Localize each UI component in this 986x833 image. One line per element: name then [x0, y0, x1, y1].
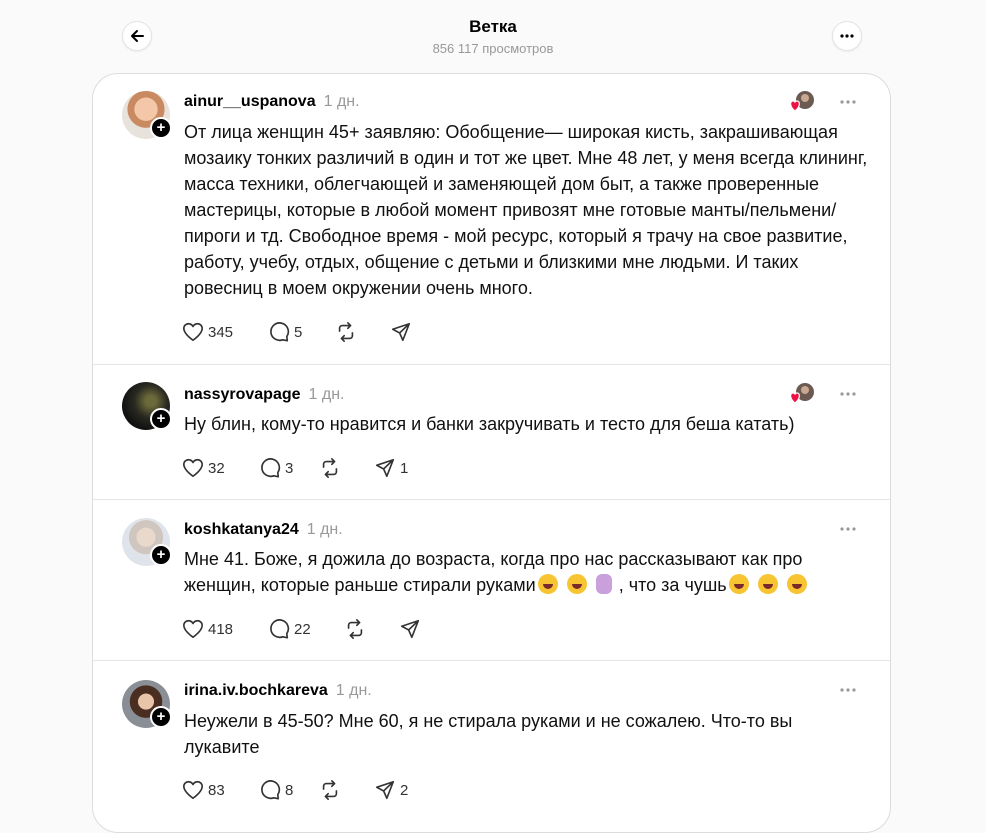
post-header: koshkatanya24 1 дн. [184, 520, 343, 540]
post-item: + irina.iv.bochkareva 1 дн. Неужели в 45-… [93, 660, 890, 833]
comment-icon [261, 458, 281, 478]
like-button[interactable]: 418 [182, 616, 233, 642]
repost-icon [338, 322, 354, 342]
liked-by-author-indicator [788, 90, 818, 114]
reply-button[interactable]: 3 [259, 455, 293, 481]
laughing-emoji-icon [786, 574, 807, 594]
follow-plus-button[interactable]: + [150, 544, 172, 566]
send-icon [375, 458, 395, 478]
reply-count: 3 [285, 459, 294, 477]
heart-icon [183, 619, 203, 639]
comment-icon [270, 619, 290, 639]
comment-icon [270, 322, 290, 342]
laughing-emoji-icon [757, 574, 778, 594]
reply-button[interactable]: 22 [268, 616, 311, 642]
like-count: 418 [208, 620, 234, 638]
repost-button[interactable] [319, 777, 341, 803]
repost-button[interactable] [335, 319, 357, 345]
like-count: 345 [208, 323, 234, 341]
liked-by-author-indicator [788, 382, 818, 406]
post-more-icon[interactable] [838, 519, 858, 539]
repost-button[interactable] [344, 616, 366, 642]
heart-icon [183, 458, 203, 478]
laughing-emoji-icon [537, 574, 558, 594]
like-count: 83 [208, 781, 225, 799]
repost-button[interactable] [319, 455, 341, 481]
post-actions: 345 5 [182, 319, 432, 345]
thread-card: + ainur__uspanova 1 дн. От лица женщин 45… [92, 73, 891, 833]
comment-icon [261, 780, 281, 800]
post-header: ainur__uspanova 1 дн. [184, 92, 360, 112]
reply-button[interactable]: 8 [259, 777, 293, 803]
like-button[interactable]: 83 [182, 777, 225, 803]
repost-icon [322, 780, 338, 800]
post-text-part: , что за чушь [618, 575, 727, 595]
post-time: 1 дн. [308, 386, 345, 403]
post-item: + ainur__uspanova 1 дн. От лица женщин 45… [93, 74, 890, 364]
post-time: 1 дн. [306, 521, 343, 538]
heart-icon [183, 322, 203, 342]
post-text: От лица женщин 45+ заявляю: Обобщение— ш… [184, 122, 868, 298]
post-text: Мне 41. Боже, я дожила до возраста, когд… [184, 546, 874, 598]
post-more-icon[interactable] [838, 680, 858, 700]
send-icon [391, 322, 411, 342]
repost-icon [322, 458, 338, 478]
username[interactable]: nassyrovapage [184, 386, 301, 403]
share-button[interactable] [390, 319, 412, 345]
username[interactable]: ainur__uspanova [184, 93, 316, 110]
post-more-icon[interactable] [838, 92, 858, 112]
like-button[interactable]: 32 [182, 455, 225, 481]
more-icon [840, 34, 854, 38]
post-actions: 83 8 2 [182, 777, 432, 803]
share-count: 2 [400, 781, 409, 799]
post-text: Неужели в 45-50? Мне 60, я не стирала ру… [184, 711, 793, 757]
follow-plus-button[interactable]: + [150, 408, 172, 430]
username[interactable]: irina.iv.bochkareva [184, 682, 328, 699]
post-actions: 32 3 1 [182, 455, 432, 481]
post-header: nassyrovapage 1 дн. [184, 385, 344, 405]
repost-icon [347, 619, 363, 639]
reply-count: 8 [285, 781, 294, 799]
reply-button[interactable]: 5 [268, 319, 302, 345]
share-button[interactable]: 1 [374, 455, 408, 481]
laughing-emoji-icon [566, 574, 587, 594]
top-bar: Ветка 856 117 просмотров [0, 0, 986, 70]
post-time: 1 дн. [335, 682, 372, 699]
share-button[interactable] [399, 616, 421, 642]
post-item: + nassyrovapage 1 дн. Ну блин, кому-то нр… [93, 364, 890, 500]
facepalm-emoji-icon [595, 574, 612, 594]
post-more-icon[interactable] [838, 384, 858, 404]
post-header: irina.iv.bochkareva 1 дн. [184, 681, 372, 701]
reply-count: 22 [294, 620, 311, 638]
laughing-emoji-icon [728, 574, 749, 594]
post-text: Ну блин, кому-то нравится и банки закруч… [184, 414, 795, 434]
send-icon [375, 780, 395, 800]
share-button[interactable]: 2 [374, 777, 408, 803]
more-options-button[interactable] [832, 21, 862, 51]
follow-plus-button[interactable]: + [150, 706, 172, 728]
username[interactable]: koshkatanya24 [184, 521, 299, 538]
reply-count: 5 [294, 323, 303, 341]
send-icon [400, 619, 420, 639]
heart-icon [183, 780, 203, 800]
post-actions: 418 22 [182, 616, 432, 642]
like-button[interactable]: 345 [182, 319, 233, 345]
follow-plus-button[interactable]: + [150, 117, 172, 139]
share-count: 1 [400, 459, 409, 477]
post-item: + koshkatanya24 1 дн. Мне 41. Боже, я дож… [93, 499, 890, 661]
like-count: 32 [208, 459, 225, 477]
post-time: 1 дн. [323, 93, 360, 110]
